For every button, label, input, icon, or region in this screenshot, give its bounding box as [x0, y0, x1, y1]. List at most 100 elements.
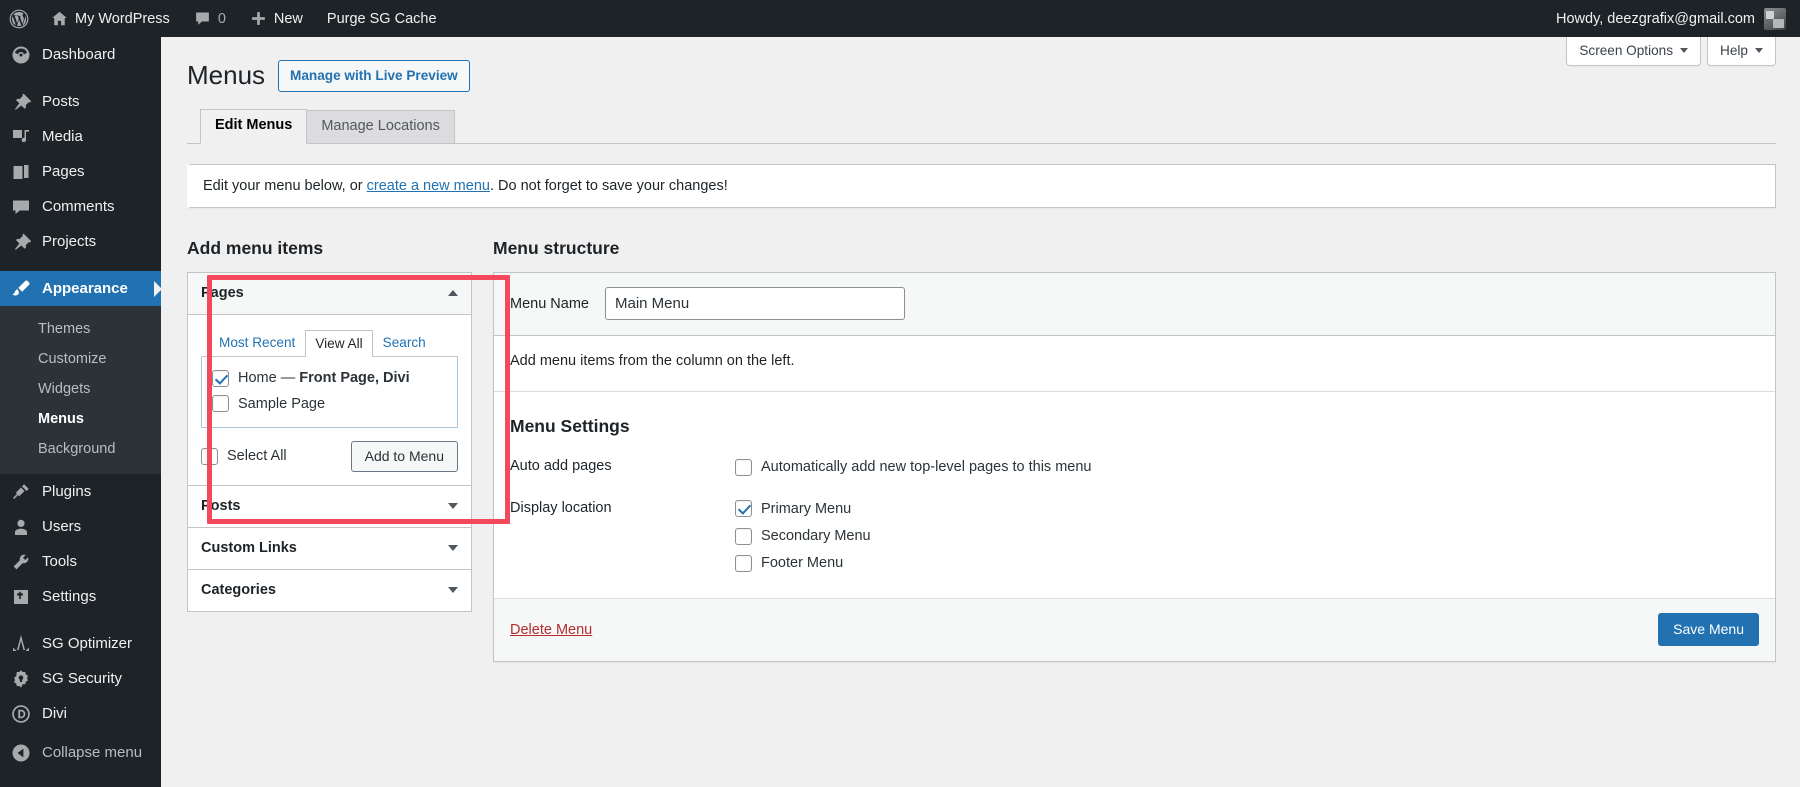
howdy-label: Howdy, deezgrafix@gmail.com: [1556, 10, 1755, 27]
list-item-label: Home — Front Page, Divi: [238, 368, 410, 388]
page-title: Menus: [187, 60, 266, 90]
auto-add-pages-option-label: Automatically add new top-level pages to…: [761, 459, 1092, 476]
tab-most-recent[interactable]: Most Recent: [209, 329, 305, 357]
sidebar-item-sg-security[interactable]: SG Security: [0, 661, 161, 696]
wrench-icon: [13, 554, 29, 569]
save-menu-button[interactable]: Save Menu: [1658, 613, 1759, 647]
accordion-panel-posts: Posts: [188, 485, 471, 528]
accordion-title: Custom Links: [201, 539, 297, 556]
submenu-item-menus[interactable]: Menus: [0, 404, 161, 434]
pages-icon: [13, 164, 29, 179]
submenu-item-background[interactable]: Background: [0, 434, 161, 464]
location-option-footer-menu[interactable]: Footer Menu: [735, 553, 1759, 580]
add-to-menu-button[interactable]: Add to Menu: [350, 440, 458, 472]
divider: [494, 391, 1775, 393]
purge-sg-cache-label: Purge SG Cache: [326, 10, 437, 27]
menu-name-input[interactable]: [604, 287, 905, 321]
footer-menu-checkbox[interactable]: [735, 554, 752, 572]
sidebar-item-users[interactable]: Users: [0, 509, 161, 544]
notice-text-after: . Do not forget to save your changes!: [489, 177, 728, 194]
create-a-new-menu-link[interactable]: create a new menu: [367, 178, 490, 194]
sidebar-item-comments[interactable]: Comments: [0, 189, 161, 224]
manage-with-live-preview-button[interactable]: Manage with Live Preview: [278, 59, 470, 92]
chevron-up-icon[interactable]: [448, 290, 458, 297]
select-all-row[interactable]: Select All: [201, 446, 287, 466]
sidebar-item-divi[interactable]: Divi: [0, 696, 161, 731]
auto-add-pages-label: Auto add pages: [510, 458, 612, 475]
secondary-menu-checkbox[interactable]: [735, 527, 752, 545]
accordion-title: Posts: [201, 497, 241, 514]
sidebar-item-label: Plugins: [42, 483, 92, 500]
delete-menu-link[interactable]: Delete Menu: [510, 622, 592, 638]
sidebar-separator: [0, 614, 161, 626]
settings-icon: [14, 589, 28, 604]
brush-icon: [12, 280, 30, 295]
sidebar-item-pages[interactable]: Pages: [0, 154, 161, 189]
tab-search[interactable]: Search: [373, 329, 436, 357]
select-all-checkbox[interactable]: [201, 447, 218, 465]
menus-columns: Add menu items Pages Most Recent View Al…: [187, 236, 1776, 663]
notice-text-before: Edit your menu below, or: [203, 177, 367, 194]
submenu-item-themes[interactable]: Themes: [0, 314, 161, 344]
admin-bar-right: Howdy, deezgrafix@gmail.com: [1548, 0, 1800, 37]
location-label: Footer Menu: [761, 555, 844, 572]
auto-add-pages-row: Auto add pages Automatically add new top…: [510, 454, 1759, 495]
location-label: Primary Menu: [761, 500, 852, 517]
add-menu-items-heading: Add menu items: [187, 237, 324, 258]
submenu-item-customize[interactable]: Customize: [0, 344, 161, 374]
location-option-secondary-menu[interactable]: Secondary Menu: [735, 526, 1759, 553]
sidebar-item-posts[interactable]: Posts: [0, 84, 161, 119]
sidebar-separator: [0, 259, 161, 271]
tab-manage-locations[interactable]: Manage Locations: [306, 109, 455, 143]
sidebar-item-sg-optimizer[interactable]: SG Optimizer: [0, 626, 161, 661]
page-checkbox-home[interactable]: [212, 369, 229, 387]
comment-bubble-icon: [195, 12, 209, 25]
accordion-header-posts[interactable]: Posts: [188, 485, 471, 527]
help-label: Help: [1720, 43, 1748, 58]
auto-add-pages-option[interactable]: Automatically add new top-level pages to…: [735, 457, 1759, 484]
accordion-header-pages[interactable]: Pages: [188, 273, 471, 316]
list-item[interactable]: Home — Front Page, Divi: [212, 366, 447, 391]
tab-view-all[interactable]: View All: [305, 329, 373, 358]
chevron-down-icon[interactable]: [448, 544, 458, 551]
submenu-item-widgets[interactable]: Widgets: [0, 374, 161, 404]
collapse-menu-button[interactable]: Collapse menu: [0, 735, 161, 770]
tab-edit-menus[interactable]: Edit Menus: [200, 108, 308, 144]
sidebar-item-projects[interactable]: Projects: [0, 224, 161, 259]
add-menu-items-accordion: Pages Most Recent View All Search Home —…: [187, 272, 472, 612]
sidebar-item-dashboard[interactable]: Dashboard: [0, 37, 161, 72]
menu-settings-heading: Menu Settings: [510, 416, 630, 437]
sidebar-item-label: Users: [42, 518, 82, 535]
screen-options-button[interactable]: Screen Options: [1566, 37, 1702, 66]
list-item[interactable]: Sample Page: [212, 392, 447, 417]
appearance-submenu: Themes Customize Widgets Menus Backgroun…: [0, 306, 161, 474]
accordion-header-categories[interactable]: Categories: [188, 569, 471, 611]
sidebar-item-label: Divi: [42, 705, 67, 722]
purge-sg-cache-menu[interactable]: Purge SG Cache: [315, 0, 449, 37]
sidebar-item-plugins[interactable]: Plugins: [0, 474, 161, 509]
location-option-primary-menu[interactable]: Primary Menu: [735, 499, 1759, 526]
sidebar-item-appearance[interactable]: Appearance: [0, 271, 162, 306]
my-account-menu[interactable]: Howdy, deezgrafix@gmail.com: [1548, 7, 1794, 30]
new-content-menu[interactable]: New: [238, 0, 315, 37]
wp-logo-menu[interactable]: [0, 0, 39, 37]
sidebar-item-label: Appearance: [42, 280, 128, 297]
pages-tab-list: Most Recent View All Search: [201, 329, 458, 358]
sidebar-item-media[interactable]: Media: [0, 119, 161, 154]
help-button[interactable]: Help: [1707, 37, 1776, 66]
sidebar-item-tools[interactable]: Tools: [0, 544, 161, 579]
site-name-menu[interactable]: My WordPress: [39, 0, 182, 37]
page-checkbox-sample-page[interactable]: [212, 395, 229, 413]
comments-menu[interactable]: 0: [182, 0, 238, 37]
primary-menu-checkbox[interactable]: [735, 500, 752, 518]
auto-add-pages-checkbox[interactable]: [735, 458, 752, 476]
sidebar-item-label: SG Optimizer: [42, 635, 133, 652]
menu-structure-panel: Menu Name Add menu items from the column…: [493, 272, 1776, 663]
chevron-down-icon[interactable]: [448, 586, 458, 593]
sidebar-item-settings[interactable]: Settings: [0, 579, 161, 614]
menu-structure-heading: Menu structure: [493, 237, 620, 258]
sidebar-item-label: Tools: [42, 553, 78, 570]
dashboard-icon: [12, 46, 30, 63]
accordion-header-custom-links[interactable]: Custom Links: [188, 527, 471, 569]
chevron-down-icon[interactable]: [448, 502, 458, 509]
